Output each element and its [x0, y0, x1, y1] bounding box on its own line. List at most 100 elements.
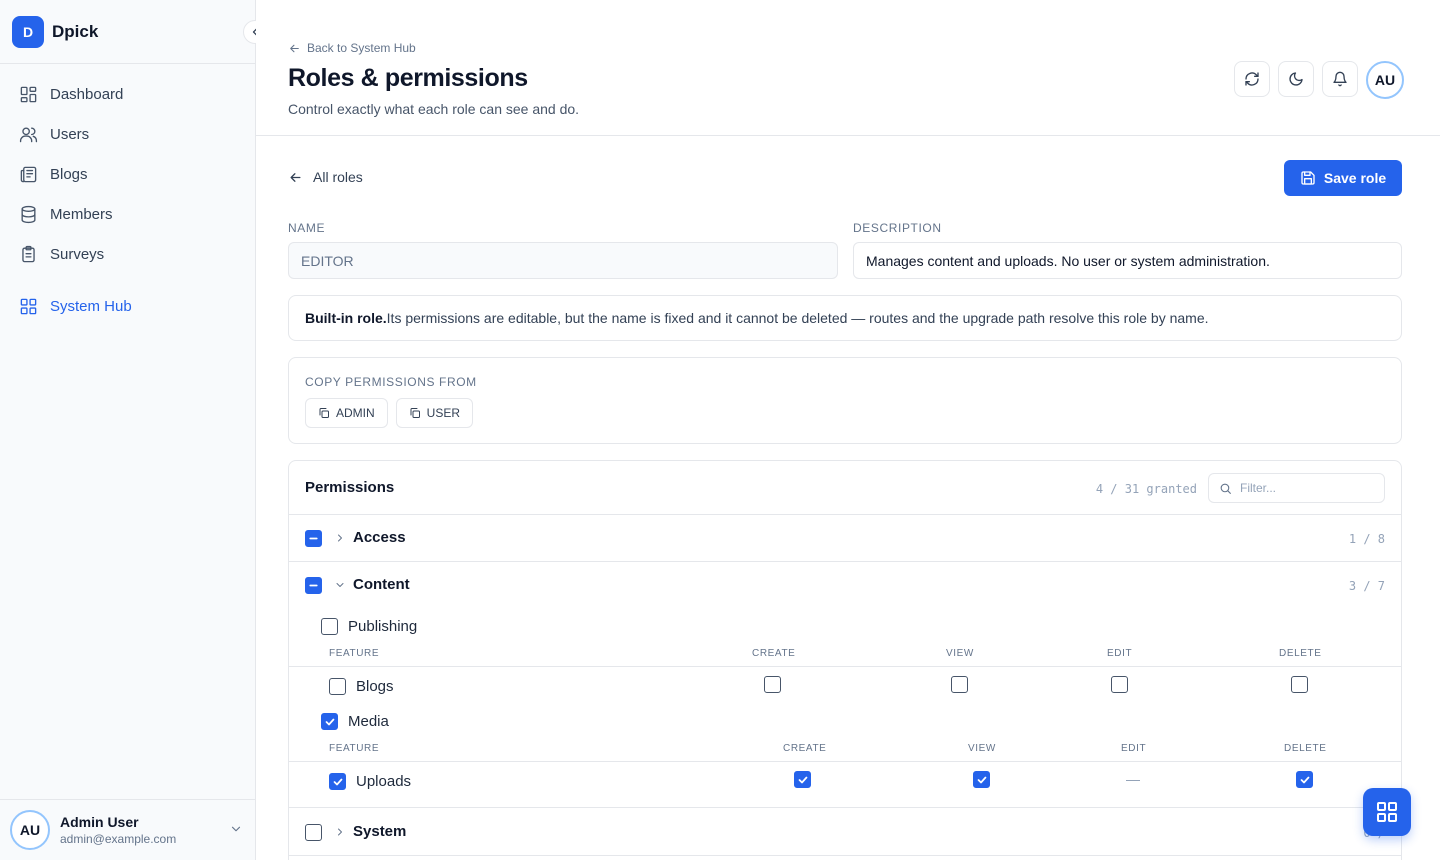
sidebar-item-blogs[interactable]: Blogs	[0, 154, 255, 194]
permissions-filter-input[interactable]: Filter...	[1208, 473, 1385, 503]
back-link-label: Back to System Hub	[307, 41, 416, 55]
moon-icon	[1289, 72, 1303, 86]
avatar: AU	[10, 810, 50, 850]
check-icon	[325, 718, 334, 725]
sidebar-item-surveys[interactable]: Surveys	[0, 234, 255, 274]
sidebar: D Dpick Dashboard Users Blogs Members Su…	[0, 0, 267, 860]
column-header-view: VIEW	[968, 743, 996, 754]
sidebar-item-users[interactable]: Users	[0, 114, 255, 154]
blogs-edit-checkbox[interactable]	[1111, 676, 1128, 693]
notifications-button[interactable]	[1322, 61, 1358, 97]
sidebar-item-label: Blogs	[50, 165, 88, 183]
permissions-card: Permissions 4 / 31 granted Filter... Acc…	[288, 460, 1402, 860]
apps-menu-button[interactable]	[1363, 788, 1411, 836]
copy-from-user-button[interactable]: USER	[395, 398, 474, 428]
role-editor: All roles Save role NAME EDITOR DESCRIPT…	[256, 137, 1440, 860]
save-role-button[interactable]: Save role	[1284, 160, 1402, 196]
column-header-create: CREATE	[752, 648, 796, 659]
theme-toggle-button[interactable]	[1278, 61, 1314, 97]
refresh-icon	[1245, 72, 1259, 86]
name-label: NAME	[288, 221, 326, 235]
notice-title: Built-in role.	[305, 310, 387, 326]
group-count: 3 / 7	[1348, 579, 1385, 593]
column-header-edit: EDIT	[1121, 743, 1147, 754]
column-header-feature: FEATURE	[329, 648, 380, 659]
group-checkbox[interactable]	[305, 530, 322, 547]
notice-text: Its permissions are editable, but the na…	[386, 310, 1209, 326]
column-header-view: VIEW	[946, 648, 974, 659]
blogs-delete-checkbox[interactable]	[1291, 676, 1308, 693]
feature-blogs[interactable]: Blogs	[329, 678, 394, 695]
filter-placeholder: Filter...	[1240, 481, 1277, 495]
permission-group-access[interactable]: Access 1 / 8	[289, 515, 1401, 562]
sidebar-item-label: Surveys	[50, 245, 105, 263]
permissions-header: Permissions 4 / 31 granted Filter...	[289, 461, 1401, 515]
users-icon	[19, 126, 38, 142]
name-field: EDITOR	[288, 242, 838, 279]
uploads-delete-checkbox[interactable]	[1296, 771, 1313, 788]
chevron-down-icon[interactable]	[334, 579, 346, 591]
chevron-down-icon	[231, 826, 241, 832]
feature-table-header: FEATURE CREATE VIEW EDIT DELETE	[289, 743, 1401, 762]
feature-uploads[interactable]: Uploads	[329, 773, 411, 790]
chevron-right-icon[interactable]	[334, 532, 346, 544]
user-email: admin@example.com	[60, 832, 177, 846]
sidebar-item-label: Dashboard	[50, 85, 124, 103]
page-header: Back to System Hub Roles & permissions C…	[256, 0, 1440, 136]
column-header-delete: DELETE	[1284, 743, 1327, 754]
brand-logo[interactable]: D	[12, 15, 44, 48]
table-row: Uploads	[289, 762, 1401, 808]
subgroup-checkbox[interactable]	[321, 618, 338, 635]
permission-group-content[interactable]: Content 3 / 7	[289, 562, 1401, 609]
feature-checkbox[interactable]	[329, 678, 346, 695]
refresh-button[interactable]	[1234, 61, 1270, 97]
sidebar-nav: Dashboard Users Blogs Members Surveys Sy…	[0, 64, 255, 326]
check-icon	[1300, 776, 1309, 783]
bell-icon	[1333, 71, 1347, 87]
built-in-role-notice: Built-in role. Its permissions are editab…	[288, 295, 1402, 341]
user-name: Admin User	[60, 814, 139, 830]
avatar[interactable]: AU	[1366, 61, 1404, 99]
feature-name: Blogs	[356, 678, 394, 695]
description-label: DESCRIPTION	[853, 221, 942, 235]
copy-from-admin-button[interactable]: ADMIN	[305, 398, 388, 428]
user-menu[interactable]: AU Admin User admin@example.com	[0, 799, 255, 860]
blogs-create-checkbox[interactable]	[764, 676, 781, 693]
subgroup-publishing[interactable]: Publishing	[321, 618, 417, 635]
column-header-create: CREATE	[783, 743, 827, 754]
blogs-view-checkbox[interactable]	[951, 676, 968, 693]
page-title: Roles & permissions	[288, 64, 528, 92]
back-to-system-hub-link[interactable]: Back to System Hub	[288, 41, 416, 55]
group-count: 1 / 8	[1348, 532, 1385, 546]
grid-icon	[20, 298, 37, 314]
sidebar-item-system-hub[interactable]: System Hub	[0, 286, 255, 326]
feature-name: Uploads	[356, 773, 412, 790]
brand-name[interactable]: Dpick	[52, 22, 98, 42]
sidebar-item-dashboard[interactable]: Dashboard	[0, 74, 255, 114]
grid-icon	[1377, 802, 1397, 822]
granted-count: 4 / 31 granted	[1095, 482, 1197, 496]
permission-group-system[interactable]: System 0 /	[289, 809, 1401, 856]
clipboard-icon	[22, 245, 35, 262]
group-checkbox[interactable]	[305, 577, 322, 594]
copy-permissions-options: ADMIN USER	[305, 398, 474, 428]
all-roles-label: All roles	[313, 169, 363, 185]
subgroup-checkbox[interactable]	[321, 713, 338, 730]
group-checkbox[interactable]	[305, 824, 322, 841]
permissions-title: Permissions	[305, 479, 395, 496]
column-header-feature: FEATURE	[329, 743, 380, 754]
sidebar-item-members[interactable]: Members	[0, 194, 255, 234]
subgroup-media[interactable]: Media	[321, 713, 389, 730]
uploads-view-checkbox[interactable]	[973, 771, 990, 788]
feature-checkbox[interactable]	[329, 773, 346, 790]
chevron-right-icon[interactable]	[334, 826, 346, 838]
description-field[interactable]: Manages content and uploads. No user or …	[853, 242, 1402, 279]
group-name: Access	[353, 529, 406, 546]
column-header-edit: EDIT	[1107, 648, 1133, 659]
uploads-create-checkbox[interactable]	[794, 771, 811, 788]
all-roles-link[interactable]: All roles	[288, 169, 363, 185]
save-icon	[1301, 171, 1315, 185]
copy-option-label: ADMIN	[336, 406, 375, 420]
check-icon	[977, 776, 986, 783]
check-icon	[798, 776, 807, 783]
